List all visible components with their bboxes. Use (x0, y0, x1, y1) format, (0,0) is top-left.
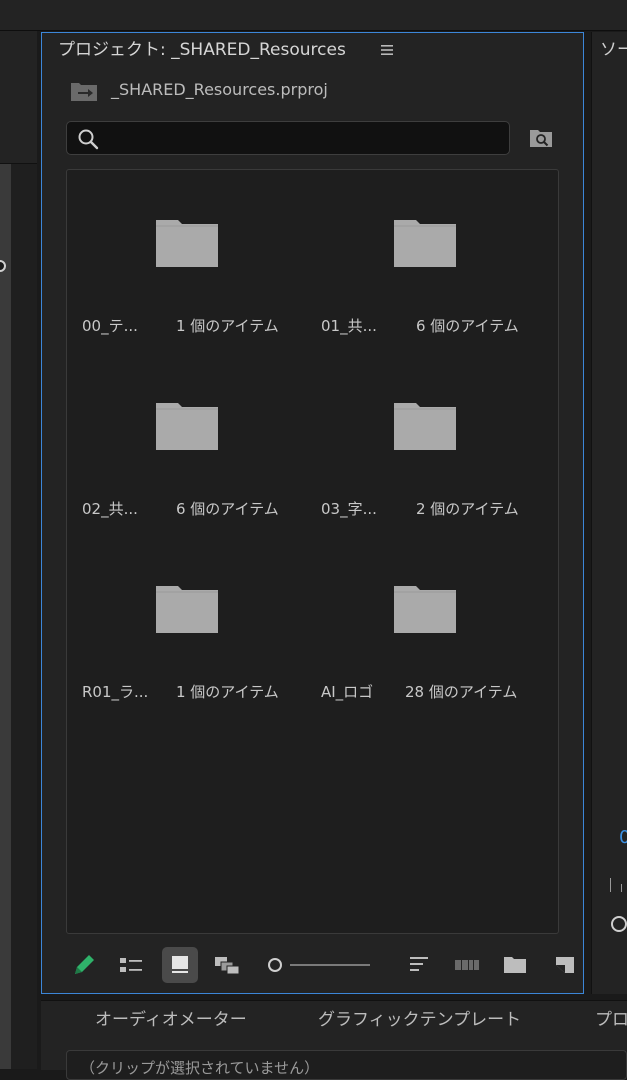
item-count: 6 個のアイテム (416, 317, 519, 335)
item-name[interactable]: AI_ロゴ (321, 682, 373, 702)
item-name[interactable]: 02_共... (82, 499, 138, 519)
search-icon (78, 129, 99, 150)
find-in-bin-icon[interactable] (529, 127, 553, 149)
freeform-view-icon[interactable] (214, 952, 240, 978)
folder-icon[interactable] (155, 584, 219, 634)
item-count: 28 個のアイテム (405, 683, 518, 701)
app-top-bar (0, 0, 627, 31)
tab-graphic-template[interactable]: グラフィックテンプレート (318, 1008, 521, 1032)
item-count: 1 個のアイテム (176, 317, 279, 335)
search-field[interactable] (66, 121, 510, 155)
zoom-slider-track[interactable] (290, 964, 370, 966)
item-count: 6 個のアイテム (176, 500, 279, 518)
item-count: 1 個のアイテム (176, 683, 279, 701)
panel-menu-icon[interactable] (380, 43, 394, 57)
tab-project[interactable]: プロ (595, 1008, 627, 1032)
timeline-tick (610, 878, 611, 892)
item-name[interactable]: 03_字... (321, 499, 377, 519)
new-bin-icon[interactable] (502, 952, 528, 978)
sort-icon[interactable] (407, 952, 433, 978)
item-name[interactable]: 01_共... (321, 316, 377, 336)
timecode-display[interactable]: 0 (619, 826, 627, 850)
list-view-icon[interactable] (118, 952, 144, 978)
folder-icon[interactable] (393, 584, 457, 634)
item-name[interactable]: 00_テ... (82, 316, 138, 336)
left-panel-header (0, 31, 37, 164)
project-file-name: _SHARED_Resources.prproj (111, 80, 328, 99)
folder-icon[interactable] (155, 401, 219, 451)
left-panel-scrollbar[interactable] (0, 164, 11, 1069)
playhead-knob[interactable] (611, 916, 627, 932)
source-panel-title[interactable]: ソー (600, 38, 627, 62)
pencil-icon[interactable] (71, 952, 97, 978)
timeline-tick (621, 884, 622, 892)
item-count: 2 個のアイテム (416, 500, 519, 518)
bin-content-area[interactable] (66, 169, 559, 934)
folder-icon[interactable] (393, 218, 457, 268)
project-up-icon[interactable] (70, 80, 98, 102)
tab-audio-meter[interactable]: オーディオメーター (95, 1008, 247, 1032)
item-name[interactable]: R01_ラ... (82, 682, 148, 702)
zoom-slider-handle[interactable] (268, 958, 282, 972)
new-item-icon[interactable] (552, 952, 578, 978)
panel-title[interactable]: プロジェクト: _SHARED_Resources (58, 38, 346, 62)
automate-sequence-icon[interactable] (454, 952, 480, 978)
folder-icon[interactable] (155, 218, 219, 268)
icon-view-icon[interactable] (167, 952, 193, 978)
folder-icon[interactable] (393, 401, 457, 451)
search-input[interactable] (107, 126, 501, 152)
no-clip-selected-message: （クリップが選択されていません） (80, 1059, 320, 1077)
